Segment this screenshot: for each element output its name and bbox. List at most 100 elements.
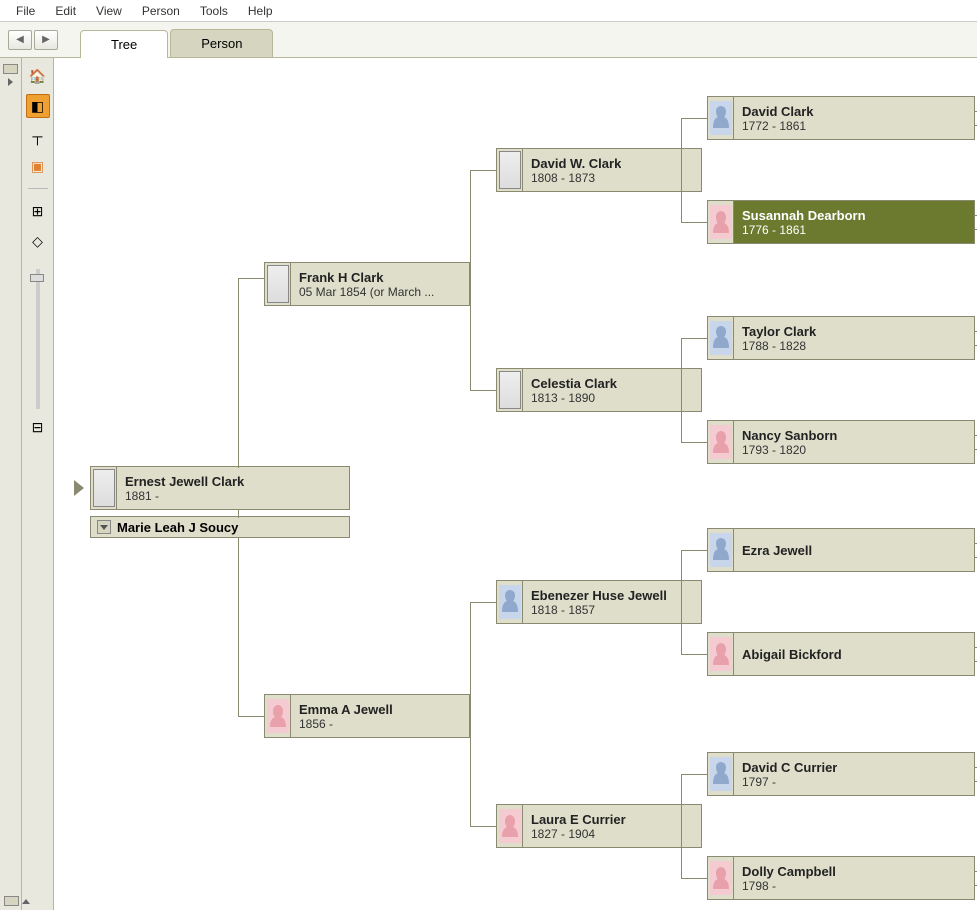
person-dates: 1818 - 1857 xyxy=(531,603,667,617)
person-dates: 1827 - 1904 xyxy=(531,827,626,841)
photo-thumb-icon xyxy=(93,469,115,507)
menu-bar: File Edit View Person Tools Help xyxy=(0,0,977,22)
person-card-mother[interactable]: Emma A Jewell1856 - xyxy=(264,694,470,738)
person-dates: 1881 - xyxy=(125,489,244,503)
menu-tools[interactable]: Tools xyxy=(190,4,238,18)
person-name: Ezra Jewell xyxy=(742,543,812,558)
silhouette-female-icon xyxy=(267,699,289,733)
home-button[interactable]: 🏠 xyxy=(26,64,50,88)
silhouette-male-icon xyxy=(499,585,521,619)
person-name: Taylor Clark xyxy=(742,324,816,339)
menu-edit[interactable]: Edit xyxy=(45,4,86,18)
zoom-slider[interactable] xyxy=(36,269,40,409)
zoom-fit-button[interactable]: ◇ xyxy=(26,229,50,253)
view-toolbar: 🏠 ◧ ┬ ▣ ⊞ ◇ ⊟ xyxy=(22,58,54,910)
menu-file[interactable]: File xyxy=(6,4,45,18)
person-card-mmm[interactable]: Dolly Campbell1798 - xyxy=(707,856,975,900)
silhouette-female-icon xyxy=(710,861,732,895)
spouse-card[interactable]: Marie Leah J Soucy xyxy=(90,516,350,538)
menu-view[interactable]: View xyxy=(86,4,132,18)
pedigree-view-button[interactable]: ◧ xyxy=(26,94,50,118)
list-icon xyxy=(4,896,19,906)
minus-icon: ⊟ xyxy=(32,419,44,436)
list-icon xyxy=(3,64,18,74)
back-button[interactable]: ◀ xyxy=(8,30,32,50)
person-card-father[interactable]: Frank H Clark05 Mar 1854 (or March ... xyxy=(264,262,470,306)
zoom-in-button[interactable]: ⊞ xyxy=(26,199,50,223)
person-name: Celestia Clark xyxy=(531,376,617,391)
fit-icon: ◇ xyxy=(32,233,43,250)
tab-person[interactable]: Person xyxy=(170,29,273,57)
silhouette-female-icon xyxy=(499,809,521,843)
photo-thumb-icon xyxy=(267,265,289,303)
silhouette-male-icon xyxy=(710,533,732,567)
person-view-button[interactable]: ▣ xyxy=(26,154,50,178)
person-name: Laura E Currier xyxy=(531,812,626,827)
tab-strip: Tree Person xyxy=(80,29,275,57)
person-dates: 05 Mar 1854 (or March ... xyxy=(299,285,434,299)
person-dates: 1798 - xyxy=(742,879,836,893)
person-name: David C Currier xyxy=(742,760,837,775)
photo-thumb-icon xyxy=(499,151,521,189)
silhouette-female-icon xyxy=(710,425,732,459)
person-name: Ebenezer Huse Jewell xyxy=(531,588,667,603)
menu-person[interactable]: Person xyxy=(132,4,190,18)
person-card-mmf[interactable]: David C Currier1797 - xyxy=(707,752,975,796)
person-name: Nancy Sanborn xyxy=(742,428,837,443)
person-card-mfm[interactable]: Abigail Bickford xyxy=(707,632,975,676)
person-icon: ▣ xyxy=(31,158,44,175)
root-arrow-icon xyxy=(74,480,84,496)
slider-thumb[interactable] xyxy=(30,274,44,282)
person-dates: 1788 - 1828 xyxy=(742,339,816,353)
pedigree-icon: ◧ xyxy=(31,98,44,115)
home-icon: 🏠 xyxy=(29,68,46,85)
person-name: Emma A Jewell xyxy=(299,702,393,717)
index-panel-collapsed[interactable] xyxy=(0,58,22,910)
family-view-button[interactable]: ┬ xyxy=(26,124,50,148)
silhouette-male-icon xyxy=(710,757,732,791)
silhouette-male-icon xyxy=(710,101,732,135)
person-dates: 1793 - 1820 xyxy=(742,443,837,457)
person-name: Abigail Bickford xyxy=(742,647,842,662)
person-name: David W. Clark xyxy=(531,156,621,171)
chevron-up-icon xyxy=(22,899,30,904)
silhouette-female-icon xyxy=(710,205,732,239)
person-dates: 1808 - 1873 xyxy=(531,171,621,185)
person-dates: 1772 - 1861 xyxy=(742,119,814,133)
spouse-name: Marie Leah J Soucy xyxy=(117,520,238,535)
toolbar: ◀ ▶ Tree Person xyxy=(0,22,977,58)
person-dates: 1813 - 1890 xyxy=(531,391,617,405)
person-name: Susannah Dearborn xyxy=(742,208,866,223)
photo-thumb-icon xyxy=(499,371,521,409)
expand-icon xyxy=(8,78,13,86)
person-card-mf[interactable]: Ebenezer Huse Jewell1818 - 1857 xyxy=(496,580,702,624)
person-card-fff[interactable]: David Clark1772 - 1861 xyxy=(707,96,975,140)
silhouette-female-icon xyxy=(710,637,732,671)
person-name: David Clark xyxy=(742,104,814,119)
spouse-expand-button[interactable] xyxy=(97,520,111,534)
tree-canvas[interactable]: Ernest Jewell Clark1881 - Marie Leah J S… xyxy=(54,58,977,910)
person-name: Frank H Clark xyxy=(299,270,434,285)
bottom-panel-collapsed[interactable] xyxy=(4,896,30,906)
family-icon: ┬ xyxy=(33,128,43,144)
person-name: Ernest Jewell Clark xyxy=(125,474,244,489)
person-card-fmf[interactable]: Taylor Clark1788 - 1828 xyxy=(707,316,975,360)
person-dates: 1797 - xyxy=(742,775,837,789)
plus-icon: ⊞ xyxy=(32,203,44,220)
person-card-mm[interactable]: Laura E Currier1827 - 1904 xyxy=(496,804,702,848)
menu-help[interactable]: Help xyxy=(238,4,283,18)
zoom-out-button[interactable]: ⊟ xyxy=(26,415,50,439)
person-dates: 1776 - 1861 xyxy=(742,223,866,237)
person-card-root[interactable]: Ernest Jewell Clark1881 - xyxy=(90,466,350,510)
forward-button[interactable]: ▶ xyxy=(34,30,58,50)
person-dates: 1856 - xyxy=(299,717,393,731)
silhouette-male-icon xyxy=(710,321,732,355)
person-card-ff[interactable]: David W. Clark1808 - 1873 xyxy=(496,148,702,192)
person-card-fmm[interactable]: Nancy Sanborn1793 - 1820 xyxy=(707,420,975,464)
tab-tree[interactable]: Tree xyxy=(80,30,168,58)
person-name: Dolly Campbell xyxy=(742,864,836,879)
chevron-down-icon xyxy=(100,525,108,530)
person-card-fm[interactable]: Celestia Clark1813 - 1890 xyxy=(496,368,702,412)
person-card-ffm[interactable]: Susannah Dearborn1776 - 1861 xyxy=(707,200,975,244)
person-card-mff[interactable]: Ezra Jewell xyxy=(707,528,975,572)
